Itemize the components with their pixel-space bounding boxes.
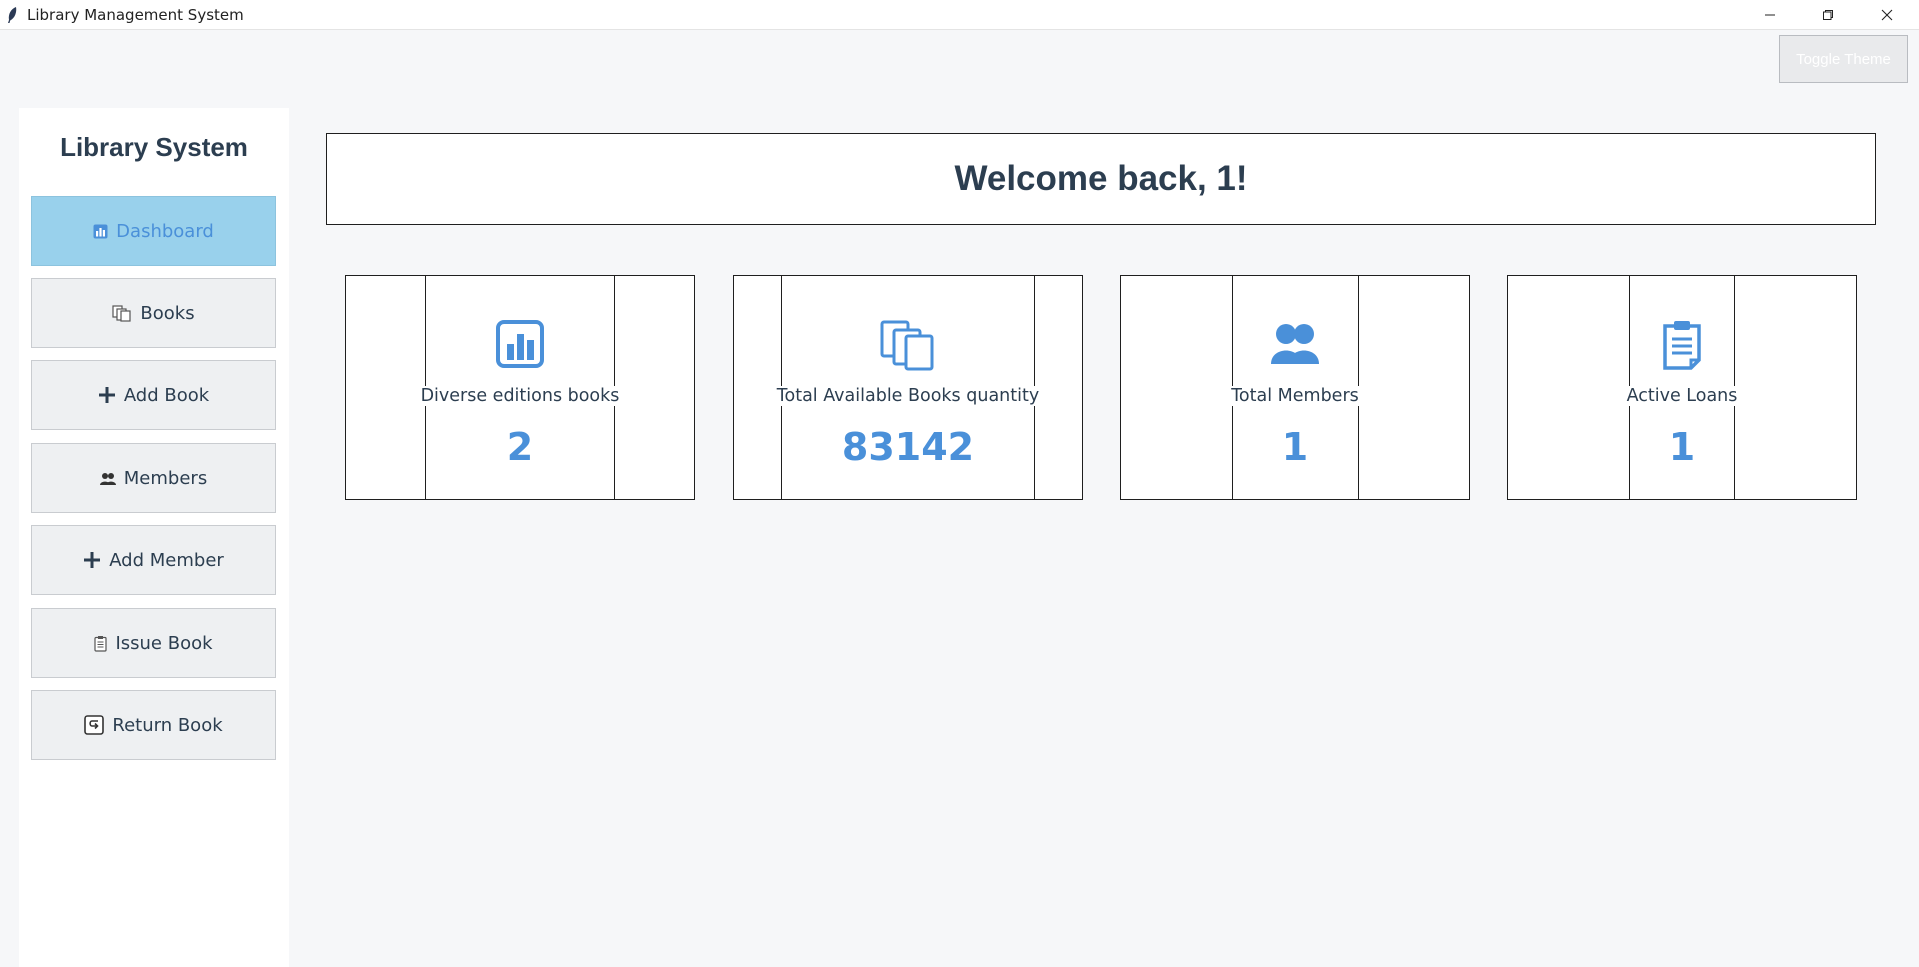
welcome-banner: Welcome back, 1! xyxy=(326,133,1876,225)
stat-card-available-books: Total Available Books quantity 83142 xyxy=(733,275,1083,500)
sidebar-item-label: Add Book xyxy=(123,384,210,406)
close-button[interactable] xyxy=(1858,0,1916,30)
bar-chart-icon xyxy=(93,224,108,239)
bar-chart-icon xyxy=(346,320,694,368)
feather-icon xyxy=(6,6,18,24)
sidebar-item-label: Issue Book xyxy=(115,632,213,654)
sidebar-item-label: Members xyxy=(123,467,208,489)
stat-value: 83142 xyxy=(840,425,976,469)
return-icon xyxy=(84,715,105,735)
stat-card-total-members: Total Members 1 xyxy=(1120,275,1470,500)
books-icon xyxy=(734,320,1082,372)
restore-button[interactable] xyxy=(1799,0,1857,30)
stat-card-active-loans: Active Loans 1 xyxy=(1507,275,1857,500)
welcome-message: Welcome back, 1! xyxy=(954,159,1248,198)
stat-label: Active Loans xyxy=(1625,386,1739,406)
sidebar-item-label: Books xyxy=(140,302,195,324)
clipboard-icon xyxy=(1508,320,1856,370)
stat-value: 1 xyxy=(1280,425,1310,469)
plus-icon xyxy=(83,551,101,569)
minimize-button[interactable] xyxy=(1741,0,1799,30)
window-title: Library Management System xyxy=(27,6,244,24)
stat-value: 1 xyxy=(1667,425,1697,469)
title-bar: Library Management System xyxy=(0,0,1919,30)
stat-label: Total Available Books quantity xyxy=(775,386,1041,406)
members-icon xyxy=(1121,320,1469,366)
sidebar-item-add-book[interactable]: Add Book xyxy=(31,360,276,430)
sidebar-item-label: Add Member xyxy=(109,549,224,571)
stat-value: 2 xyxy=(505,425,535,469)
clipboard-icon xyxy=(94,635,108,652)
stat-label: Diverse editions books xyxy=(419,386,621,406)
stat-label: Total Members xyxy=(1230,386,1360,406)
sidebar: Library System Dashboard Books Add Book … xyxy=(19,108,289,967)
plus-icon xyxy=(98,386,116,404)
members-icon xyxy=(99,472,116,485)
restore-icon xyxy=(1823,10,1833,20)
sidebar-item-books[interactable]: Books xyxy=(31,278,276,348)
close-icon xyxy=(1881,9,1893,21)
sidebar-item-members[interactable]: Members xyxy=(31,443,276,513)
toggle-theme-button[interactable]: Toggle Theme xyxy=(1779,35,1908,83)
sidebar-item-dashboard[interactable]: Dashboard xyxy=(31,196,276,266)
stat-card-diverse-editions: Diverse editions books 2 xyxy=(345,275,695,500)
sidebar-item-add-member[interactable]: Add Member xyxy=(31,525,276,595)
sidebar-item-label: Dashboard xyxy=(116,220,214,242)
sidebar-item-issue-book[interactable]: Issue Book xyxy=(31,608,276,678)
books-icon xyxy=(112,304,132,322)
minimize-icon xyxy=(1765,14,1775,16)
sidebar-item-return-book[interactable]: Return Book xyxy=(31,690,276,760)
sidebar-item-label: Return Book xyxy=(112,714,223,736)
sidebar-title: Library System xyxy=(60,132,248,162)
